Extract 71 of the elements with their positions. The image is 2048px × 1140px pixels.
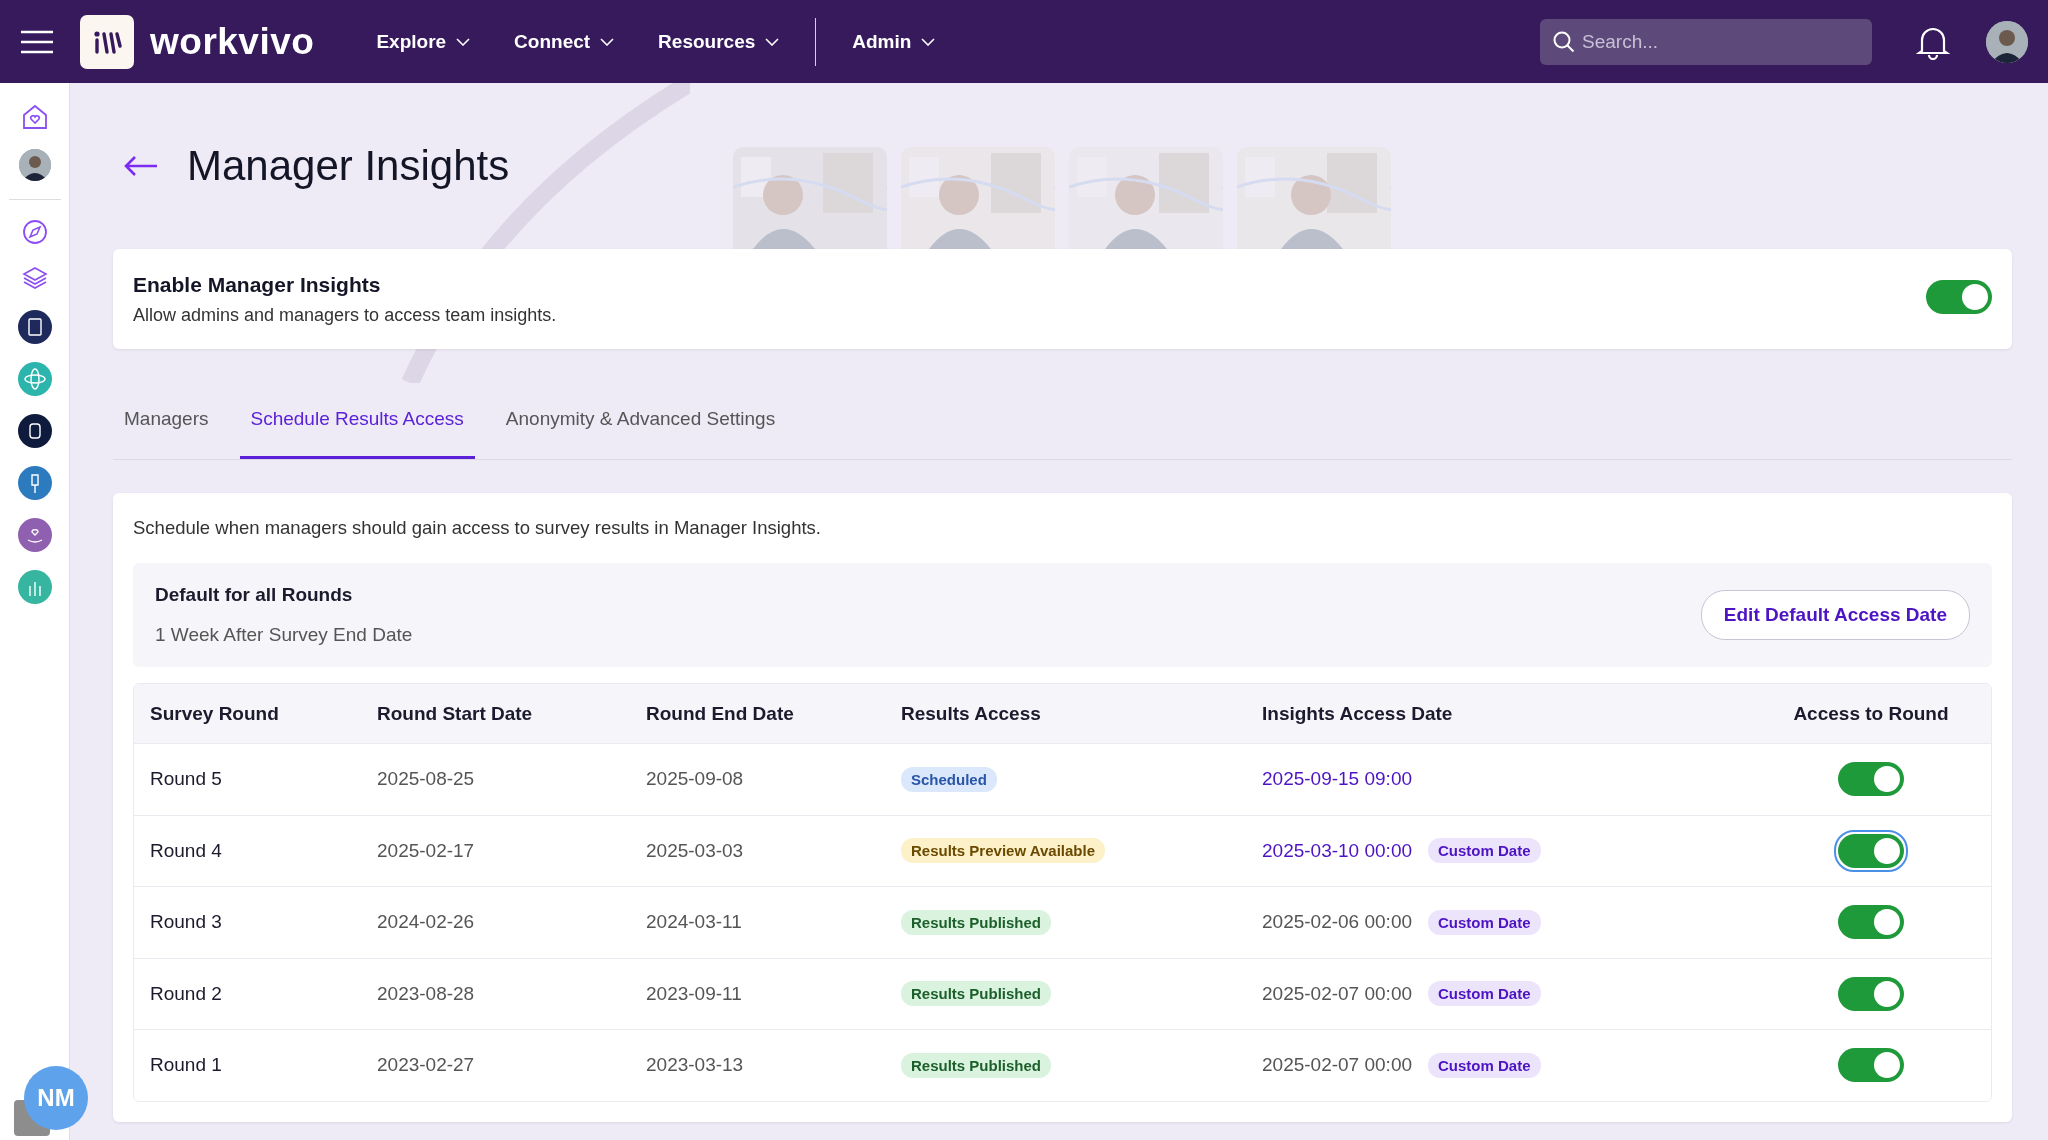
default-value: 1 Week After Survey End Date (155, 624, 413, 646)
table-cell: 2023-03-13 (646, 1054, 744, 1077)
date-link[interactable]: 2025-03-10 00:00 (1262, 839, 1412, 862)
layers-icon[interactable] (20, 264, 49, 292)
user-avatar[interactable] (18, 149, 51, 181)
status-badge: Results Published (901, 981, 1052, 1007)
table-cell: 2024-02-26 (377, 911, 475, 934)
chevron-down-icon (921, 37, 936, 46)
section-description: Schedule when managers should gain access to survey results in Manager Insights. (133, 517, 822, 539)
app-icon[interactable] (17, 310, 52, 344)
chevron-down-icon (765, 37, 780, 46)
nav-menu[interactable]: Explore (354, 30, 493, 53)
table-cell: 2025-09-08 (646, 768, 744, 791)
setting-title: Enable Manager Insights (133, 272, 382, 297)
column-header: Survey Round (150, 702, 280, 725)
nav-menu[interactable]: Resources (636, 30, 802, 53)
status-badge: Scheduled (901, 766, 997, 792)
status-badge: Results Preview Available (901, 838, 1105, 864)
table-cell: Round 3 (150, 911, 222, 934)
chevron-down-icon (456, 37, 471, 46)
search-field[interactable]: Search... (1540, 18, 1872, 65)
table-cell: Round 4 (150, 839, 222, 862)
tab[interactable]: Managers (113, 408, 220, 459)
table-cell: 2025-03-03 (646, 839, 744, 862)
edit-default-button[interactable]: Edit Default Access Date (1700, 590, 1970, 640)
search-icon (1552, 29, 1576, 54)
user-avatar[interactable] (1986, 20, 2028, 63)
toggle-switch[interactable] (1838, 1048, 1904, 1083)
table-cell: 2024-03-11 (646, 911, 742, 934)
table-cell: Round 2 (150, 982, 222, 1005)
chevron-down-icon (600, 37, 615, 46)
custom-date-tag: Custom Date (1428, 981, 1541, 1007)
status-badge: Results Published (901, 909, 1052, 935)
tab[interactable]: Anonymity & Advanced Settings (494, 408, 787, 459)
table-cell: 2023-02-27 (377, 1054, 475, 1077)
toggle-switch[interactable] (1926, 280, 1992, 314)
date-link[interactable]: 2025-09-15 09:00 (1262, 768, 1412, 791)
column-header: Round End Date (646, 702, 795, 725)
toggle-switch[interactable] (1838, 905, 1904, 940)
table-cell: 2025-02-07 00:00 (1262, 982, 1412, 1005)
table-cell: 2025-02-17 (377, 839, 475, 862)
logo-icon[interactable] (80, 14, 134, 69)
default-title: Default for all Rounds (155, 584, 354, 606)
page-title: Manager Insights (187, 142, 510, 190)
back-arrow-icon[interactable] (123, 155, 159, 177)
table-cell: 2025-02-07 00:00 (1262, 1054, 1412, 1077)
custom-date-tag: Custom Date (1428, 838, 1541, 864)
table-cell: Round 1 (150, 1054, 222, 1077)
setting-description: Allow admins and managers to access team insights. (133, 304, 557, 326)
column-header: Results Access (901, 702, 1042, 725)
menu-button[interactable] (20, 29, 54, 54)
table-cell: 2025-08-25 (377, 768, 475, 791)
column-header: Round Start Date (377, 702, 534, 725)
tab[interactable]: Schedule Results Access (239, 408, 475, 459)
column-header: Insights Access Date (1262, 702, 1454, 725)
table-cell: 2023-09-11 (646, 982, 742, 1005)
table-cell: 2025-02-06 00:00 (1262, 911, 1412, 934)
home-heart-icon[interactable] (20, 103, 49, 131)
column-header: Access to Round (1793, 702, 1949, 725)
app-icon[interactable] (17, 414, 52, 448)
custom-date-tag: Custom Date (1428, 909, 1541, 935)
table-cell: Round 5 (150, 768, 222, 791)
toggle-switch[interactable] (1838, 976, 1904, 1011)
nav-menu[interactable]: Admin (830, 30, 958, 53)
nav-menu[interactable]: Connect (492, 30, 637, 53)
table-cell: 2023-08-28 (377, 982, 475, 1005)
custom-date-tag: Custom Date (1428, 1052, 1541, 1078)
status-badge: Results Published (901, 1052, 1052, 1078)
toggle-switch[interactable] (1838, 762, 1904, 797)
compass-icon[interactable] (20, 218, 49, 246)
brand-name: workvivo (150, 20, 315, 63)
